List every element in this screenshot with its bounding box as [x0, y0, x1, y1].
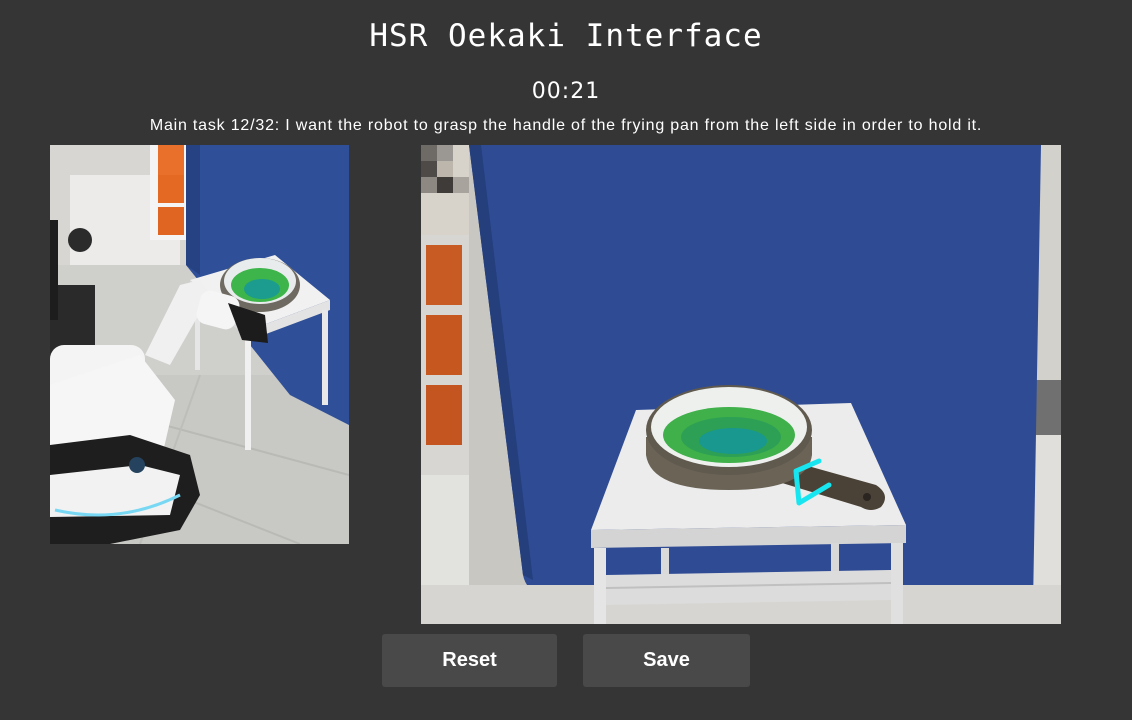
head-camera-scene-illustration	[421, 145, 1061, 624]
countdown-timer: 00:21	[531, 79, 601, 104]
page-title: HSR Oekaki Interface	[369, 18, 763, 54]
head-camera-drawing-canvas[interactable]	[421, 145, 1061, 624]
robot-scene-illustration	[50, 145, 349, 544]
robot-side-view-image	[50, 145, 349, 544]
task-instruction: Main task 12/32: I want the robot to gra…	[149, 117, 983, 134]
reset-button[interactable]: Reset	[382, 634, 557, 687]
save-button[interactable]: Save	[583, 634, 750, 687]
